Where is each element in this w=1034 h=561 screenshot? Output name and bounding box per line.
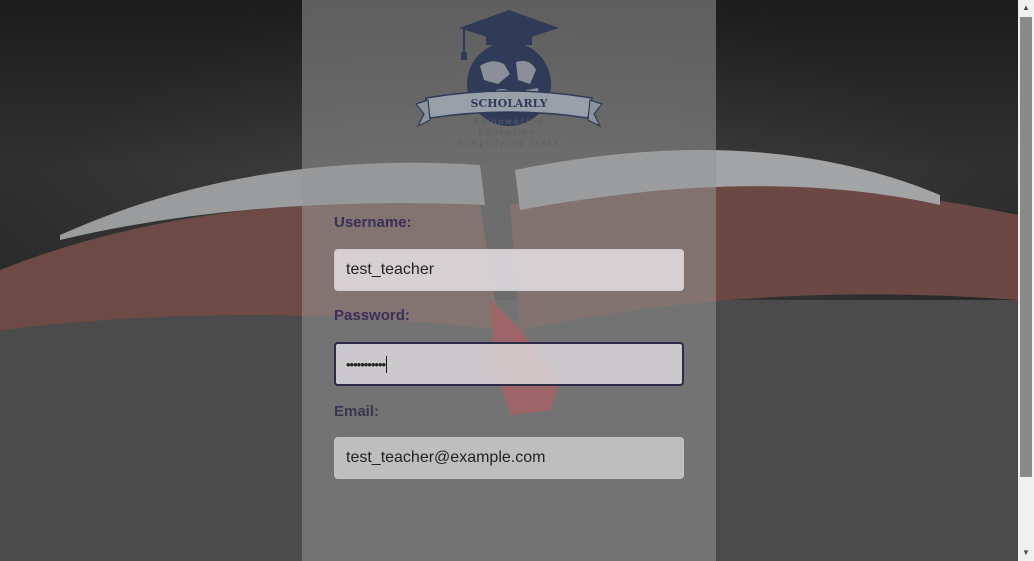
- scroll-down-arrow-icon[interactable]: ▼: [1018, 545, 1034, 561]
- login-page: SCHOLARLY Empowering Education, Simplify…: [0, 0, 1034, 561]
- logo-tagline: Empowering Education, Simplifying Tasks: [412, 116, 607, 149]
- scroll-up-arrow-icon[interactable]: ▲: [1018, 0, 1034, 16]
- password-value-masked: •••••••••••: [346, 356, 386, 372]
- username-label: Username:: [334, 214, 412, 231]
- tagline-line-1: Empowering: [474, 117, 545, 126]
- logo-brand-text: SCHOLARLY: [471, 97, 548, 110]
- password-input[interactable]: •••••••••••: [334, 342, 684, 386]
- login-panel: SCHOLARLY Empowering Education, Simplify…: [302, 0, 716, 561]
- username-input[interactable]: test_teacher: [334, 249, 684, 291]
- vertical-scrollbar[interactable]: ▲ ▼: [1018, 0, 1034, 561]
- email-label: Email:: [334, 403, 380, 420]
- email-value: test_teacher@example.com: [346, 449, 546, 466]
- email-input[interactable]: test_teacher@example.com: [334, 437, 684, 479]
- text-caret: [386, 355, 388, 373]
- tagline-line-2: Education,: [478, 128, 541, 137]
- tagline-line-3: Simplifying Tasks: [458, 139, 561, 148]
- password-label: Password:: [334, 307, 410, 324]
- scroll-thumb[interactable]: [1020, 17, 1032, 477]
- username-value: test_teacher: [346, 261, 435, 278]
